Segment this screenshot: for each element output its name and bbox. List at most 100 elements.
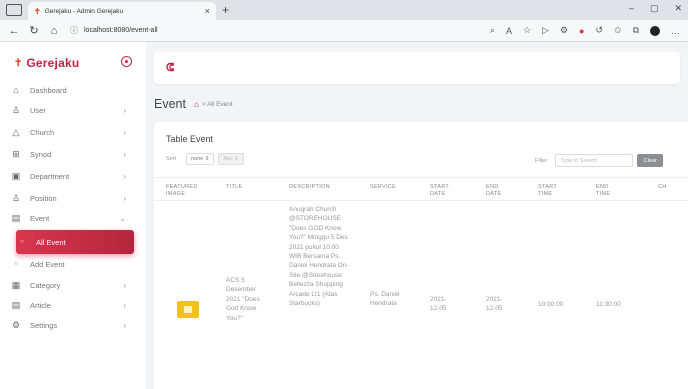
- grid-icon: ▦: [11, 279, 21, 290]
- filter-controls: Filter Type to Search Clear: [535, 154, 664, 167]
- search-icon[interactable]: ⌕: [490, 25, 495, 36]
- dot-icon: ○: [14, 261, 18, 267]
- tab-title: Gerejaku - Admin Gerejaku: [44, 7, 124, 15]
- sidebar-item-all-event[interactable]: ○ All Event: [16, 230, 134, 254]
- sidebar-item-dashboard[interactable]: ⌂ Dashboard: [10, 80, 134, 100]
- sidebar-item-label: Department: [30, 171, 70, 181]
- close-tab-icon[interactable]: ×: [205, 6, 210, 16]
- breadcrumb: > All Event: [201, 100, 233, 108]
- menu-toggle-icon[interactable]: ᕳ: [166, 62, 174, 75]
- column-header[interactable]: TITLE: [226, 184, 242, 191]
- chevron-right-icon: ›: [123, 105, 126, 115]
- close-window-icon[interactable]: ✕: [674, 3, 682, 14]
- event-title: ACS 5 Desember 2021 "Does God Know You?": [226, 277, 260, 322]
- column-header[interactable]: END DATE: [486, 184, 506, 198]
- gear-icon: ⚙: [11, 319, 21, 330]
- sidebar-item-church[interactable]: △ Church ›: [10, 122, 134, 142]
- more-icon[interactable]: …: [671, 26, 680, 36]
- sort-value: none: [191, 156, 204, 162]
- url-field[interactable]: ⓘ localhost:8080/event-all: [70, 25, 490, 36]
- chevron-right-icon: ›: [123, 171, 126, 181]
- collections-icon[interactable]: ⧉: [633, 25, 639, 36]
- site-info-icon[interactable]: ⓘ: [70, 25, 78, 36]
- extension-icon[interactable]: ⚙: [560, 25, 568, 36]
- chevron-right-icon: ›: [123, 280, 126, 290]
- brand-logo-icon: ✝: [14, 57, 23, 69]
- chevron-right-icon: ›: [123, 320, 126, 330]
- order-value: Asc: [223, 156, 233, 162]
- chevron-right-icon: ›: [123, 127, 126, 137]
- sidebar-item-user[interactable]: ♙ User ›: [10, 100, 134, 120]
- sidebar-item-label: Position: [30, 193, 57, 203]
- sidebar-toggle-icon[interactable]: [121, 56, 132, 67]
- new-tab-icon[interactable]: +: [222, 3, 229, 17]
- url-text: localhost:8080/event-all: [84, 27, 158, 34]
- event-end-time: 11:30:00: [596, 301, 621, 308]
- window-menu-icon[interactable]: [6, 4, 22, 16]
- event-start-date: 2021-12-05: [430, 296, 447, 313]
- breadcrumb-current: All Event: [207, 100, 233, 108]
- sidebar-item-synod[interactable]: ⊞ Synod ›: [10, 144, 134, 164]
- column-header[interactable]: END TIME: [596, 184, 618, 198]
- profile-avatar[interactable]: [650, 25, 660, 36]
- table-row[interactable]: ACS 5 Desember 2021 "Does God Know You?"…: [154, 202, 688, 389]
- column-header[interactable]: SERVICE: [370, 184, 396, 191]
- order-select[interactable]: Asc ⇕: [218, 153, 244, 165]
- calendar-icon: ▤: [11, 212, 21, 223]
- column-header[interactable]: CH: [658, 184, 667, 191]
- sidebar-item-label: All Event: [36, 237, 66, 247]
- minimize-icon[interactable]: –: [629, 3, 634, 14]
- home-icon[interactable]: ⌂: [48, 25, 60, 37]
- dot-icon: ○: [20, 239, 24, 245]
- sidebar-item-label: Synod: [30, 149, 52, 159]
- sidebar-item-settings[interactable]: ⚙ Settings ›: [10, 315, 134, 335]
- breadcrumb-home-icon[interactable]: ⌂: [194, 100, 199, 109]
- chevron-right-icon: ›: [123, 193, 126, 203]
- browser-toolbar: ⌕ A ☆ ▷ ⚙ ● ↺ ✩ ⧉ …: [490, 25, 680, 36]
- sidebar-item-label: Settings: [30, 320, 58, 330]
- table-title: Table Event: [166, 134, 214, 144]
- position-icon: ♙: [11, 192, 21, 203]
- search-input[interactable]: Type to Search: [555, 154, 634, 167]
- back-icon[interactable]: ←: [8, 25, 20, 37]
- maximize-icon[interactable]: ▢: [650, 3, 659, 14]
- reload-icon[interactable]: ↻: [28, 24, 40, 37]
- column-header[interactable]: DESCRIPTION: [289, 184, 330, 191]
- browser-tab[interactable]: ✝ Gerejaku - Admin Gerejaku ×: [28, 2, 216, 20]
- event-service: Ps. Daniel Hendrata: [370, 291, 400, 308]
- browser-tab-bar: ✝ Gerejaku - Admin Gerejaku × + – ▢ ✕: [0, 0, 688, 20]
- sort-select[interactable]: none ⇕: [186, 153, 215, 165]
- chevron-right-icon: ›: [123, 149, 126, 159]
- page-header: Event ⌂ > All Event: [154, 97, 233, 111]
- building-icon: ⊞: [12, 148, 20, 159]
- sidebar-item-label: Event: [30, 213, 50, 223]
- brand[interactable]: ✝ Gerejaku: [14, 56, 79, 70]
- column-header[interactable]: START TIME: [538, 184, 560, 198]
- sort-controls: Sort none ⇕ Asc ⇕: [166, 153, 244, 165]
- chevron-right-icon: ›: [123, 300, 126, 310]
- sidebar-item-add-event[interactable]: ○ Add Event: [10, 254, 134, 274]
- sidebar-item-label: Add Event: [30, 259, 65, 269]
- table-card: Table Event Sort none ⇕ Asc ⇕ Filter Typ…: [154, 122, 688, 389]
- sidebar-item-label: Article: [30, 300, 51, 310]
- event-description: Anugrah Church @STOREHOUSE "Does GOD Kno…: [289, 206, 349, 308]
- sidebar-item-position[interactable]: ♙ Position ›: [10, 188, 134, 208]
- read-aloud-icon[interactable]: A: [506, 26, 512, 36]
- sidebar-item-label: User: [30, 105, 46, 115]
- clear-button[interactable]: Clear: [637, 154, 664, 167]
- play-icon[interactable]: ▷: [542, 25, 549, 36]
- adblock-icon[interactable]: ●: [579, 26, 584, 36]
- sidebar: ✝ Gerejaku ⌂ Dashboard ♙ User › △ Church…: [0, 42, 146, 389]
- sidebar-item-department[interactable]: ▣ Department ›: [10, 166, 134, 186]
- favorite-star-icon[interactable]: ☆: [523, 25, 531, 36]
- sidebar-item-event[interactable]: ▤ Event ⌄: [10, 208, 134, 228]
- sidebar-item-category[interactable]: ▦ Category ›: [10, 275, 134, 295]
- favorites-icon[interactable]: ✩: [614, 25, 622, 36]
- column-header[interactable]: START DATE: [430, 184, 452, 198]
- sidebar-item-article[interactable]: ▤ Article ›: [10, 295, 134, 315]
- address-bar: ← ↻ ⌂ ⓘ localhost:8080/event-all ⌕ A ☆ ▷…: [0, 20, 688, 42]
- refresh-extension-icon[interactable]: ↺: [595, 25, 603, 36]
- home-icon: ⌂: [13, 85, 19, 95]
- column-header[interactable]: FEATURED IMAGE: [166, 184, 214, 198]
- table-header: FEATURED IMAGE TITLE DESCRIPTION SERVICE…: [154, 177, 688, 201]
